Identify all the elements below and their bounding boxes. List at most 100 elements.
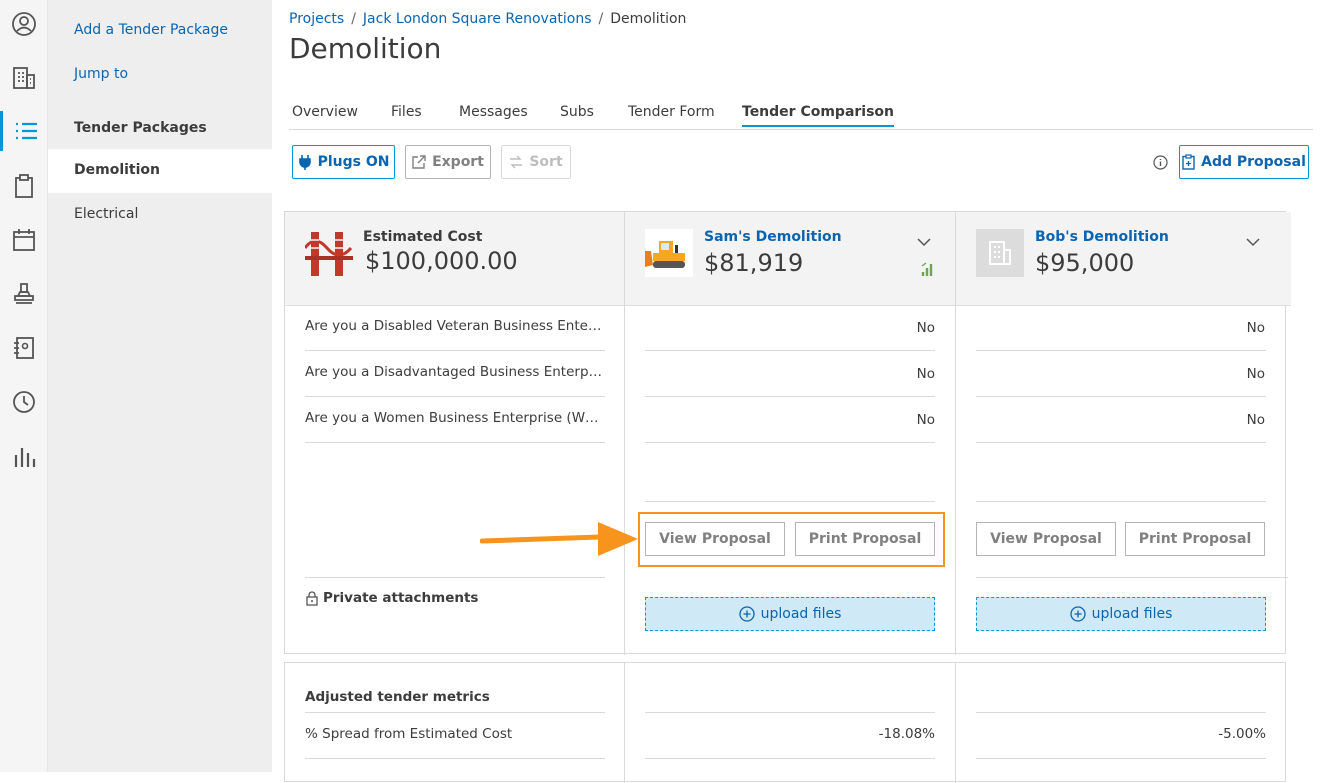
building-icon[interactable] — [0, 58, 48, 98]
estimated-cost-label: Estimated Cost — [363, 229, 483, 245]
upload-files-button[interactable]: upload files — [645, 597, 935, 631]
highlight-box — [638, 512, 945, 567]
jump-to-link[interactable]: Jump to — [74, 66, 128, 82]
breadcrumb-separator: / — [351, 11, 356, 27]
breadcrumb-projects[interactable]: Projects — [289, 11, 344, 27]
spread-value: -5.00% — [1218, 726, 1266, 742]
row-divider — [305, 350, 605, 351]
row-divider — [645, 501, 935, 502]
list-icon[interactable] — [0, 111, 48, 151]
plus-circle-icon — [1069, 606, 1086, 622]
upload-files-label: upload files — [1091, 606, 1173, 622]
question-dbe: Are you a Disadvantaged Business Enterpr… — [305, 364, 605, 380]
plus-circle-icon — [738, 606, 755, 622]
add-proposal-label: Add Proposal — [1201, 154, 1306, 170]
row-divider — [645, 350, 935, 351]
plugs-on-button[interactable]: Plugs ON — [292, 145, 395, 179]
private-attachments: Private attachments — [305, 590, 478, 606]
bidder-price-sams: $81,919 — [704, 249, 804, 277]
row-divider — [976, 442, 1266, 443]
print-proposal-button[interactable]: Print Proposal — [1125, 522, 1265, 556]
answer-value: No — [916, 412, 935, 428]
metrics-table: Adjusted tender metrics % Spread from Es… — [284, 662, 1286, 783]
stamp-icon[interactable] — [0, 274, 48, 314]
export-button[interactable]: Export — [405, 145, 491, 179]
question-wbe: Are you a Women Business Enterprise (WBE… — [305, 410, 605, 426]
comparison-table: Estimated Cost $100,000.00 Sam's Demolit… — [284, 211, 1291, 655]
export-label: Export — [432, 154, 484, 170]
lock-icon — [306, 590, 318, 606]
add-proposal-button[interactable]: Add Proposal — [1179, 145, 1309, 179]
row-divider — [305, 442, 605, 443]
answer-value: No — [1246, 412, 1265, 428]
tab-files[interactable]: Files — [391, 104, 422, 120]
tab-bar: Overview Files Messages Subs Tender Form… — [289, 100, 1313, 130]
row-divider — [976, 396, 1266, 397]
upload-files-button[interactable]: upload files — [976, 597, 1266, 631]
address-book-icon[interactable] — [0, 328, 48, 368]
column-divider — [955, 663, 956, 783]
row-divider — [976, 350, 1266, 351]
icon-rail — [0, 0, 48, 772]
sort-button[interactable]: Sort — [501, 145, 571, 179]
chevron-down-icon[interactable] — [1246, 232, 1260, 251]
tab-tender-comparison[interactable]: Tender Comparison — [742, 104, 895, 127]
chevron-down-icon[interactable] — [917, 232, 931, 251]
company-placeholder-icon — [976, 229, 1024, 277]
user-icon[interactable] — [0, 4, 48, 44]
row-divider — [645, 442, 935, 443]
calendar-icon[interactable] — [0, 220, 48, 260]
export-icon — [412, 155, 426, 169]
metrics-heading: Adjusted tender metrics — [305, 689, 490, 705]
sidebar-item-demolition[interactable]: Demolition — [74, 162, 160, 178]
breadcrumb-project[interactable]: Jack London Square Renovations — [363, 11, 592, 27]
arrow-annotation-icon — [480, 522, 638, 556]
answer-value: No — [916, 320, 935, 336]
tab-messages[interactable]: Messages — [459, 104, 528, 120]
sidebar-heading: Tender Packages — [74, 120, 207, 136]
row-divider — [976, 758, 1266, 759]
clock-icon[interactable] — [0, 382, 48, 422]
sort-icon — [510, 155, 523, 169]
estimated-cost-value: $100,000.00 — [365, 247, 518, 275]
breadcrumb-separator: / — [598, 11, 604, 27]
spread-label: % Spread from Estimated Cost — [305, 726, 513, 742]
question-dvbe: Are you a Disabled Veteran Business Ente… — [305, 318, 605, 334]
signal-bars-icon — [921, 260, 935, 280]
sort-label: Sort — [529, 154, 563, 170]
sidebar-item-electrical[interactable]: Electrical — [74, 206, 138, 222]
row-divider — [305, 712, 605, 713]
bar-chart-icon[interactable] — [0, 436, 48, 476]
bulldozer-icon — [645, 229, 693, 281]
row-divider — [305, 396, 605, 397]
tab-overview[interactable]: Overview — [292, 104, 358, 120]
tab-tender-form[interactable]: Tender Form — [628, 104, 715, 120]
row-divider — [645, 396, 935, 397]
row-divider — [976, 577, 1288, 578]
bidder-name-bobs[interactable]: Bob's Demolition — [1035, 229, 1169, 245]
plugs-on-label: Plugs ON — [317, 154, 390, 170]
answer-value: No — [1246, 366, 1265, 382]
tab-subs[interactable]: Subs — [560, 104, 594, 120]
column-divider — [955, 212, 956, 655]
plug-icon — [298, 155, 311, 170]
row-divider — [645, 758, 935, 759]
row-divider — [976, 712, 1266, 713]
row-divider — [976, 501, 1266, 502]
clipboard-icon[interactable] — [0, 166, 48, 206]
breadcrumb-current: Demolition — [610, 11, 687, 27]
view-proposal-button[interactable]: View Proposal — [976, 522, 1116, 556]
page-title: Demolition — [289, 32, 442, 65]
info-icon[interactable] — [1153, 155, 1168, 174]
row-divider — [645, 712, 935, 713]
spread-value: -18.08% — [878, 726, 935, 742]
add-tender-package-link[interactable]: Add a Tender Package — [74, 22, 228, 38]
bidder-name-sams[interactable]: Sam's Demolition — [704, 229, 842, 245]
column-divider — [624, 212, 625, 655]
row-divider — [305, 577, 605, 578]
answer-value: No — [916, 366, 935, 382]
row-divider — [305, 758, 605, 759]
upload-files-label: upload files — [760, 606, 842, 622]
tender-sidebar: Add a Tender Package Jump to Tender Pack… — [48, 0, 272, 772]
breadcrumb: Projects / Jack London Square Renovations /… — [289, 11, 686, 27]
